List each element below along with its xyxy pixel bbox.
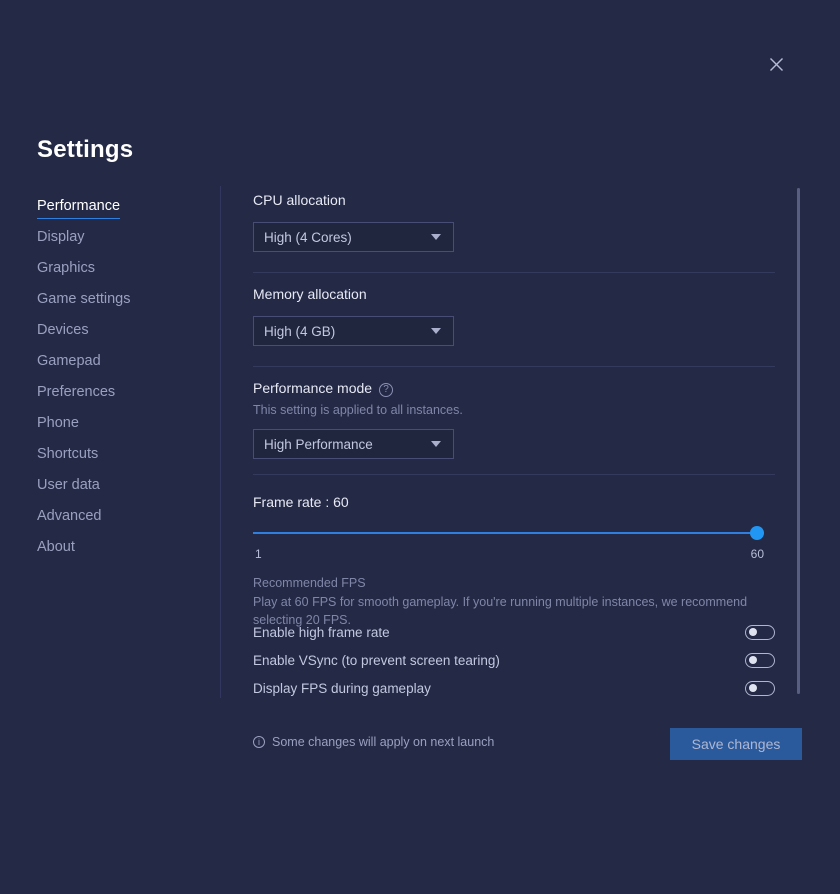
frame-rate-slider-thumb[interactable]	[750, 526, 764, 540]
enable-high-frame-rate-toggle[interactable]	[745, 624, 775, 640]
section-divider	[253, 272, 775, 273]
next-launch-note-text: Some changes will apply on next launch	[272, 735, 495, 749]
cpu-allocation-select[interactable]: High (4 Cores)	[253, 222, 454, 252]
content-scrollbar-thumb[interactable]	[797, 188, 800, 694]
info-icon: i	[253, 736, 265, 748]
sidebar-item-phone[interactable]: Phone	[37, 413, 212, 444]
chevron-down-icon	[431, 441, 441, 447]
sidebar-item-shortcuts[interactable]: Shortcuts	[37, 444, 212, 475]
performance-mode-section: Performance mode? This setting is applie…	[253, 380, 463, 459]
frame-rate-slider-track[interactable]	[253, 532, 764, 534]
sidebar-item-devices[interactable]: Devices	[37, 320, 212, 351]
close-button[interactable]	[762, 50, 790, 78]
toggle-row-vsync: Enable VSync (to prevent screen tearing)	[253, 646, 775, 674]
sidebar-item-gamepad[interactable]: Gamepad	[37, 351, 212, 382]
enable-vsync-toggle[interactable]	[745, 652, 775, 668]
recommended-fps-title: Recommended FPS	[253, 576, 366, 590]
cpu-allocation-value: High (4 Cores)	[264, 229, 352, 245]
settings-sidebar: Performance Display Graphics Game settin…	[37, 196, 212, 568]
sidebar-item-label: Gamepad	[37, 353, 101, 369]
frame-rate-section: Frame rate : 60 1 60 Recommended FPS Pla…	[253, 494, 775, 629]
performance-mode-label-text: Performance mode	[253, 380, 373, 396]
sidebar-item-preferences[interactable]: Preferences	[37, 382, 212, 413]
toggle-label: Enable high frame rate	[253, 624, 390, 640]
memory-allocation-label: Memory allocation	[253, 286, 367, 302]
toggle-knob	[749, 684, 757, 692]
settings-footer: i Some changes will apply on next launch…	[253, 728, 802, 760]
sidebar-item-performance[interactable]: Performance	[37, 196, 212, 227]
sidebar-item-label: Preferences	[37, 384, 116, 400]
frame-rate-max-label: 60	[750, 547, 764, 561]
memory-allocation-section: Memory allocation High (4 GB)	[253, 286, 454, 346]
section-divider	[253, 474, 775, 475]
sidebar-divider	[220, 186, 221, 698]
toggle-list: Enable high frame rate Enable VSync (to …	[253, 618, 775, 702]
toggle-row-high-frame-rate: Enable high frame rate	[253, 618, 775, 646]
cpu-allocation-label: CPU allocation	[253, 192, 346, 208]
save-changes-button[interactable]: Save changes	[670, 728, 802, 760]
chevron-down-icon	[431, 234, 441, 240]
frame-rate-title: Frame rate : 60	[253, 494, 349, 510]
toggle-row-display-fps: Display FPS during gameplay	[253, 674, 775, 702]
cpu-allocation-section: CPU allocation High (4 Cores)	[253, 192, 454, 252]
memory-allocation-select[interactable]: High (4 GB)	[253, 316, 454, 346]
sidebar-item-about[interactable]: About	[37, 537, 212, 568]
sidebar-item-label: User data	[37, 477, 100, 493]
next-launch-note: i Some changes will apply on next launch	[253, 735, 494, 749]
toggle-knob	[749, 628, 757, 636]
close-icon	[769, 57, 784, 72]
page-title: Settings	[37, 136, 134, 163]
frame-rate-slider[interactable]	[253, 526, 764, 540]
sidebar-item-label: Shortcuts	[37, 446, 99, 462]
display-fps-toggle[interactable]	[745, 680, 775, 696]
toggle-label: Enable VSync (to prevent screen tearing)	[253, 652, 500, 668]
performance-mode-value: High Performance	[264, 436, 373, 452]
sidebar-item-advanced[interactable]: Advanced	[37, 506, 212, 537]
sidebar-item-graphics[interactable]: Graphics	[37, 258, 212, 289]
sidebar-item-label: Graphics	[37, 260, 96, 276]
sidebar-item-label: Phone	[37, 415, 79, 431]
memory-allocation-value: High (4 GB)	[264, 323, 336, 339]
sidebar-item-display[interactable]: Display	[37, 227, 212, 258]
performance-mode-label: Performance mode?	[253, 380, 463, 397]
sidebar-item-game-settings[interactable]: Game settings	[37, 289, 212, 320]
performance-mode-sublabel: This setting is applied to all instances…	[253, 403, 463, 417]
sidebar-item-label: Performance	[37, 196, 121, 219]
sidebar-item-label: Game settings	[37, 291, 131, 307]
frame-rate-min-label: 1	[255, 547, 262, 561]
chevron-down-icon	[431, 328, 441, 334]
sidebar-item-user-data[interactable]: User data	[37, 475, 212, 506]
settings-window: Settings Performance Display Graphics Ga…	[0, 0, 840, 894]
toggle-label: Display FPS during gameplay	[253, 680, 431, 696]
sidebar-item-label: Display	[37, 229, 85, 245]
sidebar-item-label: Advanced	[37, 508, 102, 524]
sidebar-item-label: Devices	[37, 322, 89, 338]
performance-mode-select[interactable]: High Performance	[253, 429, 454, 459]
frame-rate-range-labels: 1 60	[253, 547, 764, 563]
section-divider	[253, 366, 775, 367]
question-mark-icon[interactable]: ?	[379, 383, 394, 397]
toggle-knob	[749, 656, 757, 664]
sidebar-item-label: About	[37, 539, 75, 555]
